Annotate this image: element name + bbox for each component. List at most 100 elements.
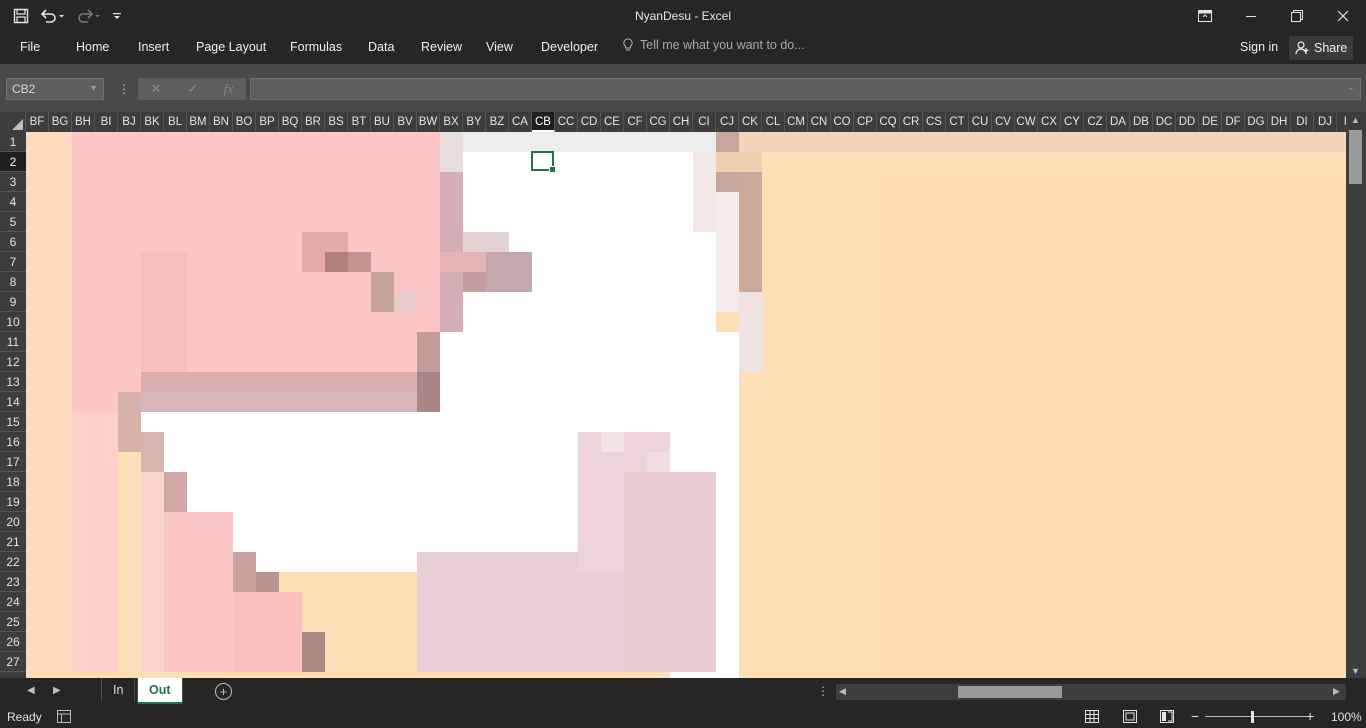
column-header[interactable]: BJ [118,112,141,132]
tab-data[interactable]: Data [368,40,394,54]
row-header[interactable]: 1 [0,132,26,152]
next-sheet-icon[interactable]: ▶ [53,685,61,696]
column-header[interactable]: CL [762,112,785,132]
column-header[interactable]: BX [440,112,463,132]
row-header[interactable]: 19 [0,492,26,512]
row-header[interactable]: 4 [0,192,26,212]
normal-view-icon[interactable] [1085,710,1099,726]
column-header[interactable]: CN [808,112,831,132]
column-header[interactable]: DJ [1314,112,1337,132]
tell-me-search[interactable]: Tell me what you want to do... [622,38,805,52]
zoom-slider[interactable] [1205,716,1307,717]
column-header[interactable]: CZ [1084,112,1107,132]
formula-input[interactable]: ⌄ [250,78,1361,100]
add-sheet-icon[interactable]: + [215,683,232,700]
column-header[interactable]: DG [1245,112,1268,132]
tab-home[interactable]: Home [76,40,109,54]
tab-split-grip-icon[interactable]: ⋮ [817,684,829,698]
row-header[interactable]: 12 [0,352,26,372]
row-header[interactable]: 17 [0,452,26,472]
row-header[interactable]: 9 [0,292,26,312]
row-header[interactable]: 24 [0,592,26,612]
sheet-tab-out[interactable]: Out [137,678,183,704]
zoom-in-icon[interactable]: + [1306,708,1314,724]
column-header[interactable]: CH [670,112,693,132]
ribbon-display-options-icon[interactable] [1182,0,1228,32]
scroll-up-icon[interactable]: ▲ [1351,115,1360,125]
column-header[interactable]: BR [302,112,325,132]
insert-function-icon[interactable]: fx [224,81,233,97]
prev-sheet-icon[interactable]: ◀ [27,685,35,696]
column-header[interactable]: CM [785,112,808,132]
column-header[interactable]: CW [1015,112,1038,132]
zoom-slider-thumb[interactable] [1251,711,1254,723]
row-header[interactable]: 13 [0,372,26,392]
column-header[interactable]: DD [1176,112,1199,132]
column-header[interactable]: CI [693,112,716,132]
share-button[interactable]: Share [1289,36,1354,60]
row-header[interactable]: 27 [0,652,26,672]
column-header[interactable]: BM [187,112,210,132]
horizontal-scrollbar[interactable]: ◀ ▶ [836,684,1346,700]
column-header[interactable]: BI [95,112,118,132]
vertical-scrollbar[interactable]: ▲ ▼ [1346,112,1366,678]
column-header[interactable]: BS [325,112,348,132]
zoom-out-icon[interactable]: − [1191,708,1199,724]
scroll-right-icon[interactable]: ▶ [1333,686,1340,697]
column-header[interactable]: CR [900,112,923,132]
row-header[interactable]: 6 [0,232,26,252]
row-header[interactable]: 3 [0,172,26,192]
column-header[interactable]: CV [992,112,1015,132]
column-header[interactable]: BO [233,112,256,132]
column-header[interactable]: CD [578,112,601,132]
horizontal-scroll-thumb[interactable] [958,686,1062,698]
column-header[interactable]: BW [417,112,440,132]
sheet-tab-in[interactable]: In [101,678,136,702]
column-header[interactable]: BY [463,112,486,132]
close-icon[interactable] [1320,0,1366,32]
row-header[interactable]: 20 [0,512,26,532]
active-cell[interactable] [531,151,556,173]
scroll-left-icon[interactable]: ◀ [839,686,846,697]
row-header[interactable]: 5 [0,212,26,232]
sign-in-link[interactable]: Sign in [1240,40,1278,54]
row-header[interactable]: 11 [0,332,26,352]
tab-review[interactable]: Review [421,40,462,54]
column-header[interactable]: CB [532,112,555,132]
row-header[interactable]: 22 [0,552,26,572]
tab-file[interactable]: File [20,40,40,54]
expand-formula-icon[interactable]: ⌄ [1347,82,1355,93]
row-header[interactable]: 8 [0,272,26,292]
column-header[interactable]: CJ [716,112,739,132]
column-header[interactable]: BF [26,112,49,132]
row-header[interactable]: 16 [0,432,26,452]
column-header[interactable]: CA [509,112,532,132]
row-header[interactable]: 21 [0,532,26,552]
formula-bar-grip-icon[interactable]: ⋮ [118,82,130,96]
column-header[interactable]: CC [555,112,578,132]
column-header[interactable]: CG [647,112,670,132]
column-header[interactable]: DI [1291,112,1314,132]
row-header[interactable]: 14 [0,392,26,412]
name-box[interactable]: CB2 ▼ [6,78,104,100]
scroll-down-icon[interactable]: ▼ [1351,666,1360,676]
column-header[interactable]: DF [1222,112,1245,132]
row-header[interactable]: 18 [0,472,26,492]
column-header[interactable]: BK [141,112,164,132]
column-header[interactable]: BH [72,112,95,132]
column-header[interactable]: DA [1107,112,1130,132]
vertical-scroll-thumb[interactable] [1349,130,1362,184]
row-header[interactable]: 10 [0,312,26,332]
restore-icon[interactable] [1274,0,1320,32]
tab-insert[interactable]: Insert [138,40,169,54]
column-header[interactable]: DH [1268,112,1291,132]
column-header[interactable]: CQ [877,112,900,132]
column-header[interactable]: BP [256,112,279,132]
zoom-level[interactable]: 100% [1331,710,1362,724]
row-header[interactable]: 2 [0,152,26,172]
row-header[interactable]: 15 [0,412,26,432]
column-header[interactable]: CE [601,112,624,132]
cancel-icon[interactable]: ✕ [151,81,162,97]
row-header[interactable]: 26 [0,632,26,652]
minimize-icon[interactable] [1228,0,1274,32]
